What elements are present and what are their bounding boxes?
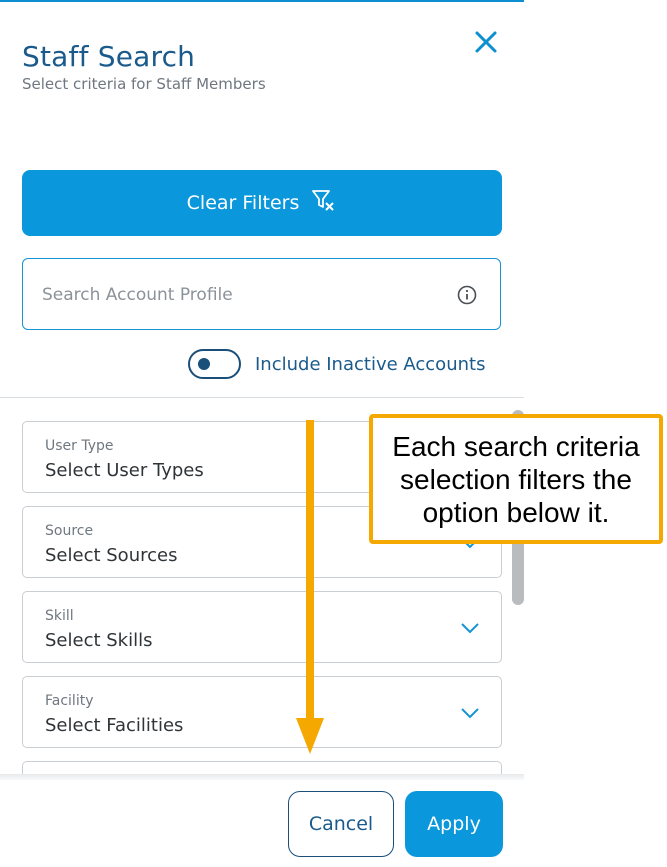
top-accent-line: [0, 0, 524, 2]
cancel-button[interactable]: Cancel: [288, 791, 394, 857]
select-value: Select Sources: [45, 545, 178, 566]
include-inactive-label: Include Inactive Accounts: [255, 354, 486, 375]
down-arrow-annotation: [290, 420, 330, 756]
apply-button[interactable]: Apply: [405, 791, 503, 857]
select-value: Select Facilities: [45, 715, 184, 736]
info-icon[interactable]: [457, 285, 477, 305]
search-input[interactable]: [40, 279, 444, 311]
page-title: Staff Search: [22, 40, 196, 73]
include-inactive-toggle[interactable]: [188, 349, 241, 379]
select-label: Skill: [45, 608, 74, 624]
filter-clear-icon: [311, 188, 337, 218]
clear-filters-button[interactable]: Clear Filters: [22, 170, 502, 236]
divider: [0, 397, 524, 398]
toggle-knob: [198, 358, 210, 370]
select-label: User Type: [45, 438, 114, 454]
annotation-callout: Each search criteria selection filters t…: [369, 414, 663, 544]
select-label: Source: [45, 523, 94, 539]
select-label: Facility: [45, 693, 94, 709]
chevron-down-icon: [459, 705, 481, 719]
skill-select[interactable]: Skill Select Skills: [22, 591, 502, 663]
page-subtitle: Select criteria for Staff Members: [22, 75, 266, 93]
select-value: Select Skills: [45, 630, 153, 651]
chevron-down-icon: [459, 620, 481, 634]
close-icon[interactable]: [470, 26, 502, 58]
search-account-profile-field[interactable]: [22, 258, 501, 330]
facility-select[interactable]: Facility Select Facilities: [22, 676, 502, 748]
select-value: Select User Types: [45, 460, 204, 481]
clear-filters-label: Clear Filters: [186, 192, 300, 214]
